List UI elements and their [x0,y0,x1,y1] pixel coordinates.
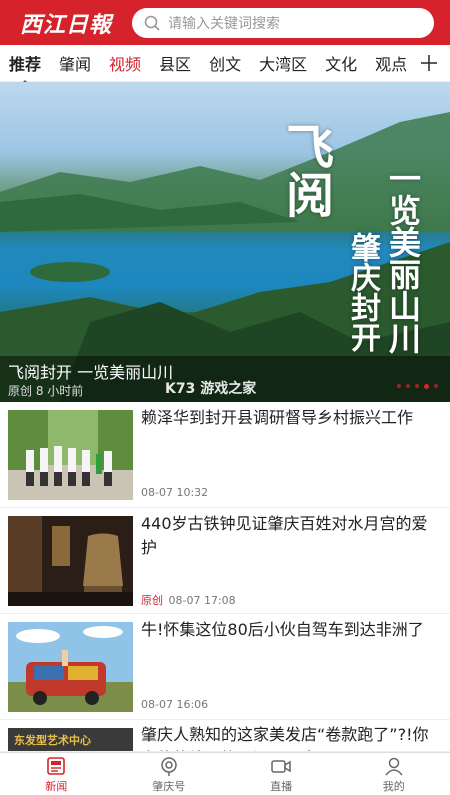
carousel-dots[interactable] [397,384,438,389]
tab-recommend[interactable]: 推荐 [0,51,50,75]
tab-opinion[interactable]: 观点 [366,51,416,75]
news-icon [47,756,66,775]
carousel-dot-active[interactable] [424,384,429,389]
add-tab-icon[interactable] [418,52,440,74]
news-title: 440岁古铁钟见证肇庆百姓对水月宫的爱护 [141,514,428,557]
user-icon [385,757,403,775]
video-camera-icon [271,759,291,773]
search-icon [144,15,160,31]
nav-live[interactable]: 直播 [225,753,338,795]
list-item[interactable]: 赖泽华到封开县调研督导乡村振兴工作 08-07 10:32 [0,402,450,508]
carousel-dot[interactable] [406,384,410,388]
nav-mine[interactable]: 我的 [338,753,450,795]
list-item[interactable]: 牛!怀集这位80后小伙自驾车到达非洲了 08-07 16:06 [0,614,450,720]
news-title: 肇庆人熟知的这家美发店“卷款跑了”?!你充值的钱可能退还不回来 [141,725,429,751]
tab-chuangwen[interactable]: 创文 [200,51,250,75]
tab-culture[interactable]: 文化 [316,51,366,75]
news-time: 08-07 10:32 [141,486,209,499]
calligraphy-right-2: 肇庆封开 [345,232,380,352]
hero-meta: 原创 8 小时前 [8,384,84,398]
list-item[interactable]: 东发型艺术中心 肇庆人熟知的这家美发店“卷款跑了”?!你充值的钱可能退还不回来 [0,720,450,752]
carousel-dot[interactable] [415,384,419,388]
search-placeholder: 请输入关键词搜索 [168,15,280,32]
carousel-dot[interactable] [434,384,438,388]
news-title: 赖泽华到封开县调研督导乡村振兴工作 [141,408,414,427]
top-header: 西江日報 请输入关键词搜索 [0,0,450,45]
tab-zhaowen[interactable]: 肇闻 [50,51,100,75]
news-time: 08-07 16:06 [141,698,209,711]
news-thumbnail [8,410,133,500]
nav-zhaoqing-hao[interactable]: 肇庆号 [113,753,226,795]
original-badge: 原创 [141,594,163,607]
news-thumbnail [8,622,133,712]
news-time: 08-07 17:08 [168,594,236,607]
list-item[interactable]: 440岁古铁钟见证肇庆百姓对水月宫的爱护 原创 08-07 17:08 [0,508,450,614]
category-tabs: 推荐 肇闻 视频 县区 创文 大湾区 文化 观点 [0,45,450,82]
news-thumbnail: 东发型艺术中心 [8,728,133,751]
carousel-dot[interactable] [397,384,401,388]
nav-news-label: 新闻 [45,779,68,793]
hero-title: 飞阅封开 一览美丽山川 [8,363,174,382]
bottom-navigation: 新闻 肇庆号 直播 我的 [0,752,450,795]
news-meta: 原创 08-07 17:08 [141,592,236,608]
location-icon [161,756,177,776]
nav-news[interactable]: 新闻 [0,753,113,795]
tab-greater-bay[interactable]: 大湾区 [250,51,316,75]
news-title: 牛!怀集这位80后小伙自驾车到达非洲了 [141,620,424,639]
tab-county[interactable]: 县区 [150,51,200,75]
thumbnail-sign-text: 东发型艺术中心 [8,728,133,751]
nav-live-label: 直播 [270,779,293,793]
calligraphy-left: 飞阅 [277,122,333,218]
hero-banner[interactable]: 飞阅 一览美丽山川 肇庆封开 飞阅封开 一览美丽山川 原创 8 小时前 K73 … [0,82,450,402]
app-logo: 西江日報 [20,11,113,38]
watermark-text: K73 游戏之家 [165,381,257,397]
calligraphy-right-1: 一览美丽山川 [384,162,422,354]
nav-mine-label: 我的 [382,779,405,793]
news-thumbnail [8,516,133,606]
tab-video[interactable]: 视频 [100,51,150,75]
nav-zhaoqing-hao-label: 肇庆号 [152,779,186,793]
search-input[interactable]: 请输入关键词搜索 [132,7,434,38]
